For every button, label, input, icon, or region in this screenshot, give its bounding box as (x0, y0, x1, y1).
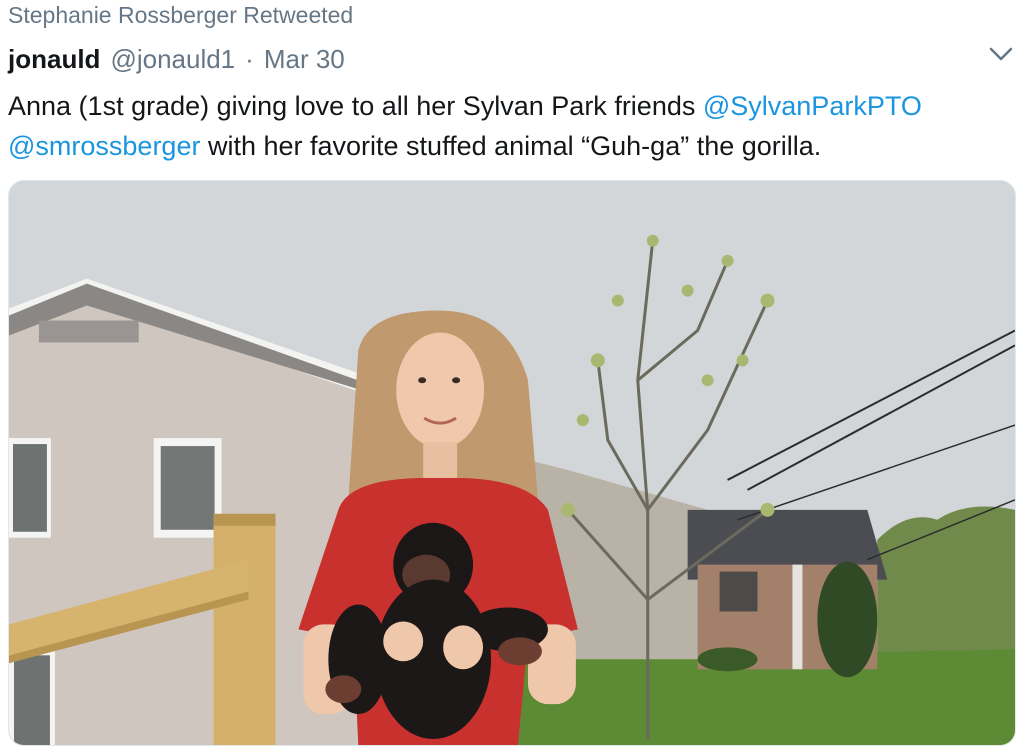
tweet-text-part: with her favorite stuffed animal “Guh-ga… (200, 131, 822, 161)
mention-link[interactable]: @SylvanParkPTO (703, 91, 922, 121)
tweet-date[interactable]: Mar 30 (264, 44, 345, 75)
tweet-text-part: Anna (1st grade) giving love to all her … (8, 91, 703, 121)
tweet-photo[interactable] (8, 180, 1016, 746)
header-separator: · (245, 44, 254, 74)
author-name[interactable]: jonauld (8, 44, 100, 75)
retweet-context[interactable]: Stephanie Rossberger Retweeted (8, 2, 353, 29)
photo-illustration (9, 181, 1015, 745)
tweet-header: jonauld @jonauld1 · Mar 30 (8, 44, 345, 75)
chevron-down-icon[interactable] (988, 44, 1014, 64)
author-handle[interactable]: @jonauld1 (110, 44, 235, 75)
tweet-text: Anna (1st grade) giving love to all her … (8, 86, 1008, 166)
mention-link[interactable]: @smrossberger (8, 131, 200, 161)
